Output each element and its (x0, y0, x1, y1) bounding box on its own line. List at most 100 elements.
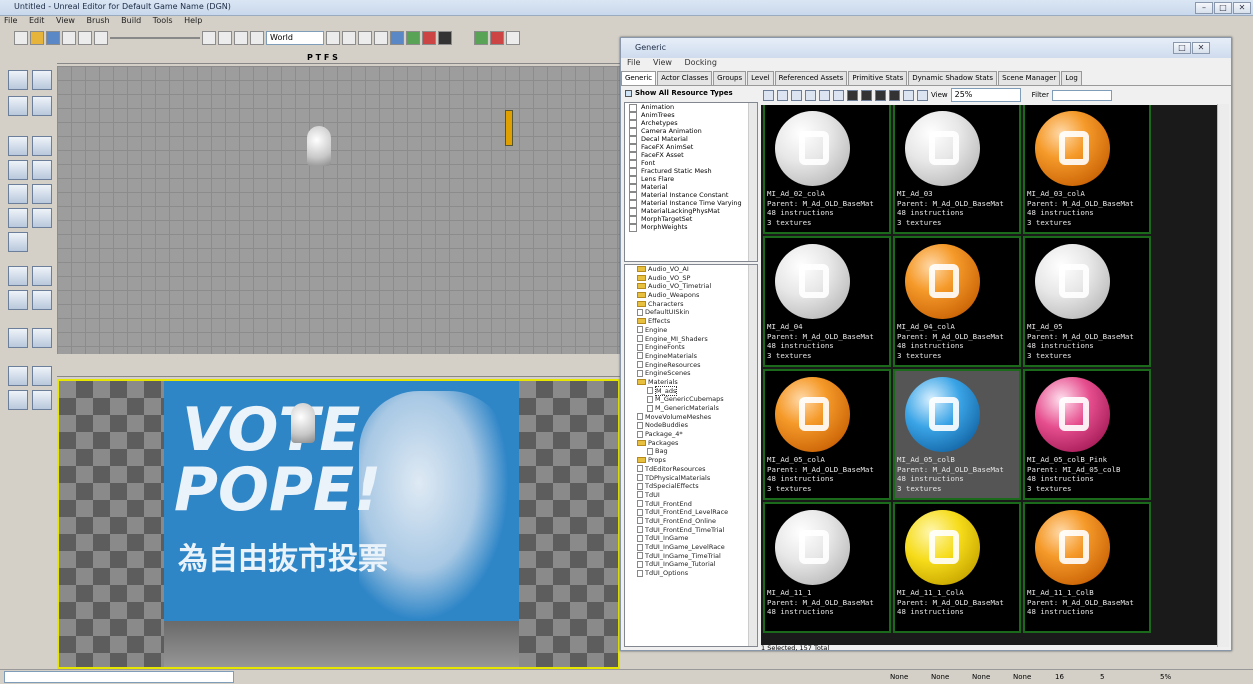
scale-tool-icon[interactable] (250, 31, 264, 45)
asset-tile[interactable]: MI_Ad_11_1_ColB Parent: M_Ad_OLD_BaseMat 4… (1023, 502, 1151, 633)
group-icon[interactable] (819, 89, 830, 101)
grid-size-value[interactable]: 16 (1055, 672, 1064, 683)
package-tree-item[interactable]: TdUI (625, 491, 757, 500)
maximize-icon[interactable]: □ (1214, 2, 1232, 14)
package-tree-item[interactable]: TdUI_FrontEnd_TimeTrial (625, 526, 757, 535)
cone-brush-icon[interactable] (32, 136, 52, 156)
csg-subtract-icon[interactable] (32, 266, 52, 286)
rotation-snap-value[interactable]: 5 (1100, 672, 1104, 683)
package-tree-item[interactable]: M_ads (625, 385, 757, 396)
package-tree-item[interactable]: TdUI_InGame_TimeTrial (625, 552, 757, 561)
asset-tile[interactable]: MI_Ad_03_colA Parent: M_Ad_OLD_BaseMat 48 … (1023, 105, 1151, 234)
list-view-icon[interactable] (763, 89, 774, 101)
asset-tile[interactable]: MI_Ad_05_colA Parent: M_Ad_OLD_BaseMat 48 … (763, 369, 891, 500)
browser-menu-file[interactable]: File (627, 58, 640, 67)
close-icon[interactable]: ✕ (1233, 2, 1251, 14)
package-tree-item[interactable]: Package_4* (625, 430, 757, 439)
viewport-type-letters[interactable]: P T F S (307, 53, 338, 62)
resource-type-item[interactable]: Animation (625, 103, 757, 112)
package-tree-item[interactable]: Audio_VO_Timetrial (625, 282, 757, 291)
package-tree-item[interactable]: M_GenericMaterials (625, 404, 757, 413)
cut-icon[interactable] (358, 31, 372, 45)
matinee-icon[interactable] (422, 31, 436, 45)
package-tree-item[interactable]: TdUI_FrontEnd_Online (625, 517, 757, 526)
resource-type-item[interactable]: Material Instance Constant (625, 191, 757, 200)
player-start-icon[interactable] (505, 110, 513, 146)
sphere-preview-icon[interactable] (847, 89, 858, 101)
coordinate-system-dropdown[interactable]: World (266, 31, 324, 45)
package-tree-item[interactable]: EngineMaterials (625, 352, 757, 361)
resource-type-list[interactable]: Animation AnimTrees Archetypes Camera Anima… (624, 102, 758, 262)
menu-brush[interactable]: Brush (87, 16, 110, 25)
grid-icon[interactable] (805, 89, 816, 101)
resource-type-item[interactable]: Font (625, 159, 757, 168)
tab-groups[interactable]: Groups (713, 71, 747, 85)
package-tree-item[interactable]: Engine (625, 326, 757, 335)
restore-icon[interactable]: □ (1173, 42, 1191, 54)
search-icon[interactable] (326, 31, 340, 45)
package-tree-item[interactable]: Engine_MI_Shaders (625, 335, 757, 344)
resource-type-item[interactable]: Lens Flare (625, 175, 757, 184)
asset-tile[interactable]: MI_Ad_05_colB Parent: M_Ad_OLD_BaseMat 48 … (893, 369, 1021, 500)
show-all-resource-types[interactable]: Show All Resource Types (625, 89, 759, 101)
package-tree-item[interactable]: EngineFonts (625, 343, 757, 352)
select-tool-icon[interactable] (202, 31, 216, 45)
show-all-checkbox[interactable] (625, 89, 632, 97)
resource-type-item[interactable]: MorphWeights (625, 223, 757, 232)
asset-tile[interactable]: MI_Ad_05_colB_Pink Parent: MI_Ad_05_colB 4… (1023, 369, 1151, 500)
undo-icon[interactable] (78, 31, 92, 45)
menu-view[interactable]: View (56, 16, 75, 25)
csg-intersect-icon[interactable] (8, 290, 28, 310)
cube-preview-icon[interactable] (875, 89, 886, 101)
minimize-icon[interactable]: – (1195, 2, 1213, 14)
csg-add-icon[interactable] (8, 266, 28, 286)
resource-type-item[interactable]: Material Instance Time Varying (625, 199, 757, 208)
cylinder-preview-icon[interactable] (861, 89, 872, 101)
resource-type-item[interactable]: FaceFX Asset (625, 151, 757, 160)
browser-menu-docking[interactable]: Docking (684, 58, 716, 67)
save-all-icon[interactable] (62, 31, 76, 45)
resource-type-item[interactable]: Decal Material (625, 135, 757, 144)
asset-tile[interactable]: MI_Ad_11_1_ColA Parent: M_Ad_OLD_BaseMat 4… (893, 502, 1021, 633)
package-tree-item[interactable]: EngineScenes (625, 369, 757, 378)
resource-type-item[interactable]: AnimTrees (625, 111, 757, 120)
camera-mode-icon[interactable] (8, 70, 28, 90)
package-tree-scrollbar[interactable] (748, 265, 757, 646)
package-tree-item[interactable]: TdSpecialEffects (625, 482, 757, 491)
split-view-icon[interactable] (777, 89, 788, 101)
package-tree-item[interactable]: Props (625, 456, 757, 465)
package-tree[interactable]: Audio_VO_AI Audio_VO_SP Audio_VO_Timetrial… (624, 264, 758, 647)
package-tree-item[interactable]: NodeBuddies (625, 421, 757, 430)
spiral-stairs-brush-icon[interactable] (8, 208, 28, 228)
terrain-mode-icon[interactable] (8, 96, 28, 116)
sync-icon[interactable] (917, 89, 928, 101)
menu-file[interactable]: File (4, 16, 17, 25)
package-tree-item[interactable]: TdUI_InGame_LevelRace (625, 543, 757, 552)
csg-deintersect-icon[interactable] (32, 290, 52, 310)
curved-stairs-brush-icon[interactable] (8, 184, 28, 204)
show-selected-icon[interactable] (8, 366, 28, 386)
resource-type-item[interactable]: Fractured Static Mesh (625, 167, 757, 176)
menu-build[interactable]: Build (121, 16, 141, 25)
slider-track[interactable] (110, 37, 200, 39)
resource-type-item[interactable]: MorphTargetSet (625, 215, 757, 224)
sheet-brush-icon[interactable] (32, 184, 52, 204)
package-tree-item[interactable]: EngineResources (625, 361, 757, 370)
tab-dynamic-shadow-stats[interactable]: Dynamic Shadow Stats (908, 71, 998, 85)
kismet-icon[interactable] (406, 31, 420, 45)
package-tree-item[interactable]: TdUI_InGame_Tutorial (625, 560, 757, 569)
perspective-viewport[interactable]: VOTE POPE! 為自由抜市投票 (57, 379, 620, 669)
redo-icon[interactable] (94, 31, 108, 45)
show-all-icon[interactable] (32, 390, 52, 410)
zoom-dropdown[interactable]: 25% (950, 88, 1021, 102)
hide-selected-icon[interactable] (32, 366, 52, 386)
build-lighting-icon[interactable] (490, 31, 504, 45)
asset-tile[interactable]: MI_Ad_11_1 Parent: M_Ad_OLD_BaseMat 48 ins… (763, 502, 891, 633)
play-icon[interactable] (438, 31, 452, 45)
tab-generic[interactable]: Generic (621, 71, 657, 85)
open-icon[interactable] (30, 31, 44, 45)
package-tree-item[interactable]: M_GenericCubemaps (625, 395, 757, 404)
tab-referenced-assets[interactable]: Referenced Assets (774, 71, 848, 85)
light-actor-icon[interactable] (291, 403, 315, 443)
geometry-mode-icon[interactable] (32, 70, 52, 90)
